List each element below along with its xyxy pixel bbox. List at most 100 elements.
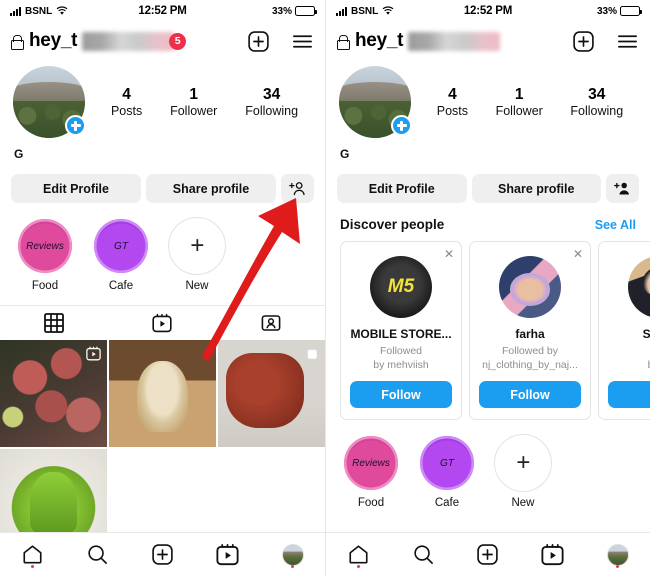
carousel-icon bbox=[307, 349, 317, 359]
clock: 12:52 PM bbox=[463, 5, 513, 17]
stat-followers[interactable]: 1 Follower bbox=[170, 85, 217, 120]
signal-bars-icon bbox=[336, 6, 347, 16]
discover-people-list: ✕ MOBILE STORE... Followed by mehviish F… bbox=[326, 241, 650, 421]
notification-dot bbox=[290, 564, 295, 568]
add-story-plus-icon[interactable] bbox=[391, 115, 412, 136]
profile-bio: G bbox=[14, 147, 24, 161]
highlight-cover-text: GT bbox=[420, 436, 474, 491]
share-profile-button[interactable]: Share profile bbox=[471, 174, 601, 203]
edit-profile-button[interactable]: Edit Profile bbox=[11, 174, 141, 203]
share-profile-button[interactable]: Share profile bbox=[146, 174, 276, 203]
close-icon[interactable]: ✕ bbox=[444, 248, 454, 260]
highlight-cafe[interactable]: GT Cafe bbox=[92, 217, 150, 292]
notification-dot bbox=[356, 564, 361, 568]
tagged-tab[interactable] bbox=[217, 306, 325, 340]
search-tab[interactable] bbox=[391, 533, 456, 576]
highlight-food[interactable]: Reviews Food bbox=[16, 217, 74, 292]
notification-dot bbox=[30, 564, 35, 568]
stat-following[interactable]: 34 Following bbox=[570, 85, 623, 120]
notification-badge: 5 bbox=[169, 32, 187, 50]
plus-square-icon[interactable] bbox=[247, 30, 270, 53]
highlight-cover-text: Reviews bbox=[18, 219, 72, 273]
profile-avatar-icon bbox=[606, 543, 629, 566]
suggestion-subtitle: Followed by nj_clothing_by_naj... bbox=[479, 345, 581, 372]
home-tab[interactable] bbox=[326, 533, 391, 576]
hamburger-menu-icon[interactable] bbox=[291, 30, 314, 53]
followers-label: Follower bbox=[495, 103, 543, 118]
profile-summary: 4 Posts 1 Follower 34 Following bbox=[0, 60, 325, 138]
post-thumbnail[interactable] bbox=[217, 340, 325, 448]
reels-tab[interactable] bbox=[108, 306, 216, 340]
create-tab[interactable] bbox=[456, 533, 521, 576]
username-label[interactable]: hey_t bbox=[355, 30, 403, 52]
plus-square-icon[interactable] bbox=[572, 30, 595, 53]
highlight-cover-text: GT bbox=[94, 219, 148, 273]
suggestion-card[interactable]: ✕ farha Followed by nj_clothing_by_naj..… bbox=[469, 241, 591, 421]
tagged-person-icon bbox=[261, 315, 281, 331]
add-person-button[interactable] bbox=[281, 174, 314, 203]
edit-profile-button[interactable]: Edit Profile bbox=[337, 174, 467, 203]
highlight-new[interactable]: + New bbox=[494, 434, 552, 509]
reels-icon bbox=[541, 543, 564, 566]
battery-icon bbox=[295, 6, 318, 16]
stat-posts[interactable]: 4 Posts bbox=[437, 85, 468, 120]
stat-following[interactable]: 34 Following bbox=[245, 85, 298, 120]
username-redaction bbox=[408, 31, 501, 51]
posts-label: Posts bbox=[436, 103, 469, 118]
battery-icon bbox=[619, 6, 642, 16]
bottom-navigation bbox=[0, 532, 325, 576]
profile-tab[interactable] bbox=[260, 533, 325, 576]
suggestion-card[interactable]: ✕ Semo Foll by m Fo bbox=[598, 241, 650, 421]
wifi-icon bbox=[382, 6, 394, 15]
add-person-icon bbox=[289, 182, 305, 196]
suggestion-subtitle-line2: by mehviish bbox=[373, 358, 429, 371]
profile-tab[interactable] bbox=[585, 533, 650, 576]
create-tab[interactable] bbox=[130, 533, 195, 576]
highlight-label: Cafe bbox=[434, 497, 460, 510]
posts-count: 4 bbox=[448, 85, 457, 103]
following-label: Following bbox=[570, 103, 624, 118]
highlight-food[interactable]: Reviews Food bbox=[342, 434, 400, 509]
story-highlights: Reviews Food GT Cafe + New bbox=[0, 203, 325, 292]
hamburger-menu-icon[interactable] bbox=[616, 30, 639, 53]
see-all-link[interactable]: See All bbox=[595, 218, 636, 232]
suggestion-card[interactable]: ✕ MOBILE STORE... Followed by mehviish F… bbox=[340, 241, 462, 421]
carrier-label: BSNL bbox=[351, 5, 379, 17]
discover-people-title: Discover people bbox=[340, 217, 445, 232]
highlight-label: Cafe bbox=[108, 280, 134, 292]
add-story-plus-icon[interactable] bbox=[65, 115, 86, 136]
grid-icon bbox=[44, 313, 65, 333]
screenshot-root: BSNL 12:52 PM 33% hey_t 5 4 Posts 1 Foll… bbox=[0, 0, 650, 576]
reels-tab[interactable] bbox=[520, 533, 585, 576]
avatar[interactable] bbox=[339, 66, 412, 138]
close-icon[interactable]: ✕ bbox=[573, 248, 583, 260]
post-thumbnail[interactable] bbox=[108, 340, 217, 448]
follow-button[interactable]: Follow bbox=[479, 381, 581, 409]
plus-icon: + bbox=[189, 232, 204, 259]
highlight-new[interactable]: + New bbox=[168, 217, 226, 292]
carrier-label: BSNL bbox=[25, 5, 53, 17]
follow-button[interactable]: Follow bbox=[350, 381, 452, 409]
search-icon bbox=[88, 545, 107, 564]
profile-tabstrip bbox=[0, 305, 325, 340]
clock: 12:52 PM bbox=[138, 5, 187, 17]
stat-followers[interactable]: 1 Follower bbox=[496, 85, 543, 120]
add-person-button[interactable] bbox=[606, 174, 639, 203]
grid-tab[interactable] bbox=[0, 306, 108, 340]
lock-icon bbox=[11, 34, 24, 50]
stat-posts[interactable]: 4 Posts bbox=[111, 85, 142, 120]
highlight-cafe[interactable]: GT Cafe bbox=[418, 434, 476, 509]
reels-tab[interactable] bbox=[195, 533, 260, 576]
profile-stats: 4 Posts 1 Follower 34 Following bbox=[411, 85, 637, 120]
follow-button[interactable]: Fo bbox=[608, 381, 650, 409]
username-label[interactable]: hey_t bbox=[29, 30, 77, 52]
reels-clip-icon bbox=[86, 346, 102, 361]
post-thumbnail[interactable] bbox=[0, 340, 108, 448]
search-tab[interactable] bbox=[65, 533, 130, 576]
home-tab[interactable] bbox=[0, 533, 65, 576]
suggestion-subtitle-line1: Followed bbox=[379, 345, 423, 357]
notification-dot bbox=[615, 564, 620, 568]
wifi-icon bbox=[56, 6, 68, 15]
add-person-icon bbox=[614, 182, 629, 195]
avatar[interactable] bbox=[13, 66, 86, 138]
